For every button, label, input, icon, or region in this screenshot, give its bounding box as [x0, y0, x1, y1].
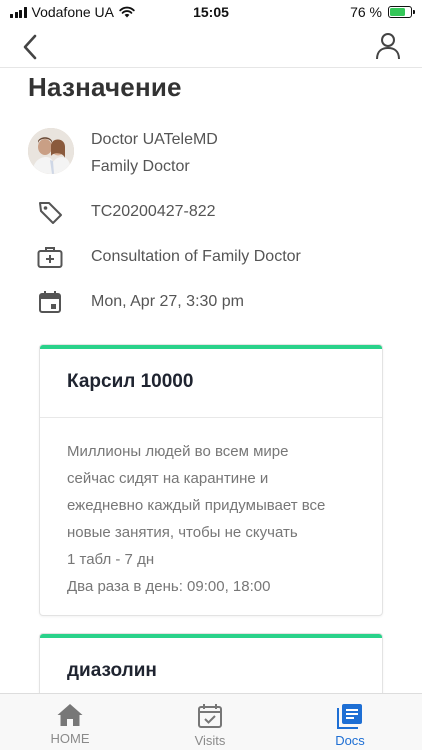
nav-bar — [0, 26, 422, 68]
doctor-name: Doctor UATeleMD — [91, 131, 218, 148]
doctor-row: Doctor UATeleMD Family Doctor — [28, 128, 398, 176]
description-line: новые занятия, чтобы не скучать — [67, 524, 298, 541]
nav-divider — [0, 67, 422, 68]
tab-home[interactable]: HOME — [20, 694, 120, 750]
service-name: Consultation of Family Doctor — [91, 248, 301, 265]
prescription-body: Миллионы людей во всем мире сейчас сидят… — [40, 418, 382, 600]
documents-icon — [337, 704, 362, 729]
tab-docs[interactable]: Docs — [300, 694, 400, 750]
back-button[interactable] — [16, 32, 46, 62]
status-right: 76 % — [350, 4, 415, 20]
appointment-code: TC20200427-822 — [91, 203, 216, 220]
description-line: сейчас сидят на карантине и — [67, 470, 269, 487]
doctor-role: Family Doctor — [91, 158, 190, 175]
prescription-title: Карсил 10000 — [67, 371, 194, 392]
appointment-datetime: Mon, Apr 27, 3:30 pm — [91, 293, 244, 310]
user-icon — [376, 33, 400, 60]
home-icon — [57, 704, 83, 726]
tag-icon — [39, 202, 62, 224]
prescription-schedule: Два раза в день: 09:00, 18:00 — [67, 578, 271, 595]
page-title: Назначение — [28, 72, 182, 102]
tab-bar: HOME Visits Docs — [0, 693, 422, 750]
service-row: Consultation of Family Doctor — [28, 243, 398, 271]
tab-label: Docs — [335, 733, 365, 748]
appointment-code-row: TC20200427-822 — [28, 198, 398, 226]
datetime-row: Mon, Apr 27, 3:30 pm — [28, 288, 398, 316]
battery-percent: 76 % — [350, 4, 382, 20]
prescription-card[interactable]: Карсил 10000 Миллионы людей во всем мире… — [39, 344, 383, 616]
battery-fill — [390, 8, 406, 16]
profile-button[interactable] — [372, 30, 404, 62]
calendar-check-icon — [198, 704, 222, 728]
status-bar: Vodafone UA 15:05 76 % — [0, 0, 422, 24]
avatar — [28, 128, 74, 174]
battery-icon — [388, 6, 415, 18]
description-line: ежедневно каждый придумывает все — [67, 497, 326, 514]
chevron-left-icon — [23, 34, 37, 60]
tab-label: Visits — [194, 733, 226, 748]
description-line: Миллионы людей во всем мире — [67, 443, 289, 460]
calendar-icon — [39, 291, 61, 313]
tab-label: HOME — [50, 731, 90, 746]
prescription-dosage: 1 табл - 7 дн — [67, 551, 155, 568]
tab-visits[interactable]: Visits — [160, 694, 260, 750]
medical-kit-icon — [37, 247, 63, 268]
